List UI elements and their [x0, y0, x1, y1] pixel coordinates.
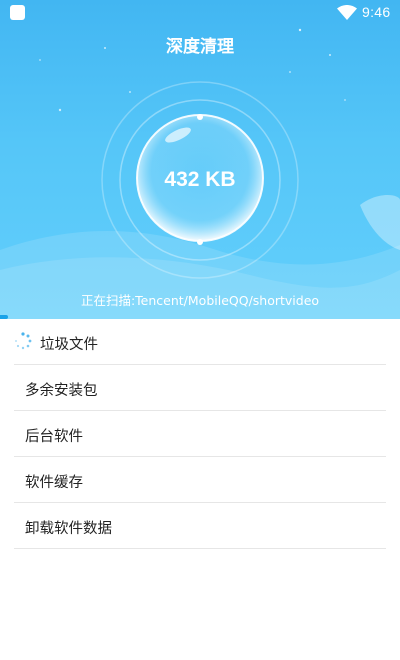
category-label: 卸载软件数据 [25, 521, 112, 537]
scan-status-text: 正在扫描:Tencent/MobileQQ/shortvideo [80, 293, 320, 308]
category-redundant-apks[interactable]: 多余安装包 [14, 365, 386, 411]
category-app-cache[interactable]: 软件缓存 [14, 457, 386, 503]
category-label: 后台软件 [25, 429, 83, 445]
loading-spinner-icon [15, 332, 32, 350]
category-list: 垃圾文件 多余安装包 后台软件 软件缓存 卸载软件数据 [0, 319, 400, 549]
bubble-graphic [101, 81, 299, 279]
category-uninstalled-data[interactable]: 卸载软件数据 [14, 503, 386, 549]
category-label: 垃圾文件 [40, 337, 98, 353]
category-label: 多余安装包 [25, 383, 98, 399]
category-background-apps[interactable]: 后台软件 [14, 411, 386, 457]
category-label: 软件缓存 [25, 475, 83, 491]
scan-header: 9:46 深度清理 432 KB 正在扫描:Tencent/MobileQQ/s… [0, 0, 400, 319]
category-junk-files[interactable]: 垃圾文件 [14, 319, 386, 365]
scan-bubble: 432 KB [0, 0, 400, 319]
scan-size-value: 432 KB [164, 168, 236, 191]
